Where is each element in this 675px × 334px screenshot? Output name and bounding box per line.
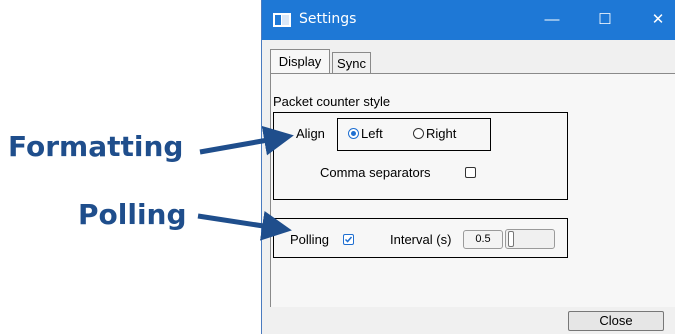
packet-counter-style-label: Packet counter style [273,94,391,109]
interval-input[interactable]: 0.5 [463,230,503,249]
window-title: Settings [299,11,357,27]
settings-app-icon [273,13,291,27]
align-left-radio[interactable] [348,128,359,139]
align-right-option[interactable]: Right [413,126,473,142]
polling-label: Polling [290,232,330,247]
interval-slider-handle[interactable] [508,231,514,247]
minimize-button[interactable]: — [537,6,567,34]
interval-slider[interactable] [505,229,555,249]
tab-display-label: Display [278,54,322,69]
comma-separators-checkbox[interactable] [465,167,476,178]
formatting-annotation: Formatting [8,130,184,163]
align-left-option[interactable]: Left [348,126,400,142]
tab-sync[interactable]: Sync [332,52,371,73]
maximize-button[interactable]: ☐ [590,6,620,34]
settings-window: Settings — ☐ ✕ Display Sync Packet count… [261,0,675,334]
align-label: Align [296,126,325,141]
close-button[interactable]: Close [568,311,664,331]
close-window-button[interactable]: ✕ [643,6,673,34]
align-right-radio[interactable] [413,128,424,139]
align-right-label: Right [426,126,457,141]
title-bar: Settings — ☐ ✕ [262,0,675,40]
tab-sync-label: Sync [337,56,366,71]
comma-separators-label: Comma separators [320,165,431,180]
polling-annotation: Polling [78,198,187,231]
align-left-label: Left [361,126,383,141]
interval-label: Interval (s) [390,232,452,247]
polling-checkbox[interactable] [343,234,354,245]
tab-display[interactable]: Display [270,49,330,74]
check-icon [344,236,353,243]
